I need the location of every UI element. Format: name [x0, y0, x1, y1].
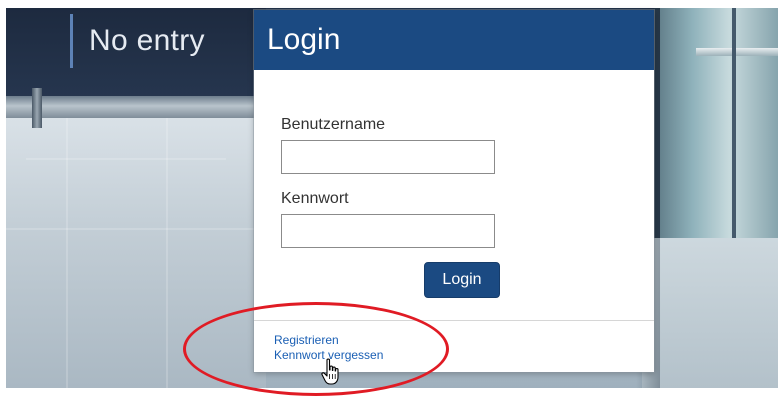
register-link[interactable]: Registrieren [274, 333, 383, 347]
screenshot-stage: No entry Login Benutzername Kennwort Log… [0, 0, 784, 396]
glass-wall [656, 8, 778, 238]
barrier-post [32, 88, 42, 128]
sign-bar [70, 14, 73, 68]
username-input[interactable] [281, 140, 495, 174]
barrier-rail [6, 96, 266, 118]
login-button[interactable]: Login [424, 262, 500, 298]
forgot-password-link[interactable]: Kennwort vergessen [274, 348, 383, 362]
password-label: Kennwort [281, 190, 349, 207]
username-label: Benutzername [281, 116, 386, 133]
card-divider [254, 320, 654, 321]
login-title: Login [267, 23, 341, 56]
login-header: Login [254, 10, 654, 70]
password-input[interactable] [281, 214, 495, 248]
card-links: Registrieren Kennwort vergessen [274, 333, 383, 362]
no-entry-sign: No entry [70, 14, 205, 68]
login-card: Login Benutzername Kennwort Login Regist… [254, 10, 654, 372]
login-form: Benutzername Kennwort Login [254, 70, 654, 326]
sign-text: No entry [89, 24, 205, 57]
